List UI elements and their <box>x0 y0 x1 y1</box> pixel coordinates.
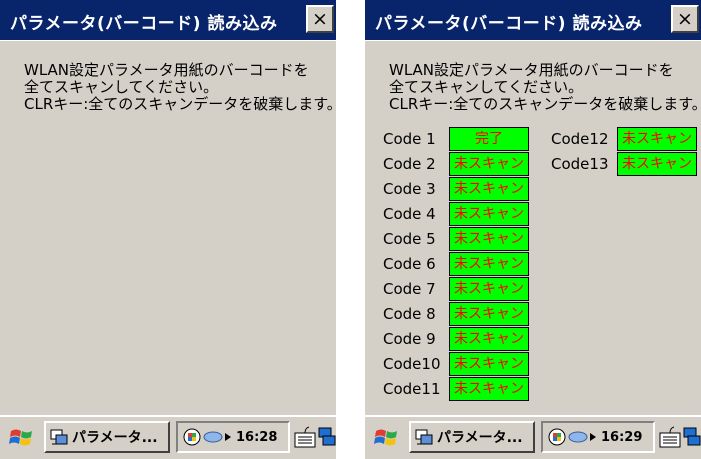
code-row: Code12 未スキャン <box>551 127 697 151</box>
clock-time: 16:28 <box>236 429 278 445</box>
window-title: パラメータ(バーコード) 読み込み <box>10 14 278 34</box>
code-status: 未スキャン <box>617 127 697 151</box>
instruction-line: 全てスキャンしてください。 <box>24 78 219 96</box>
code-row: Code 2 未スキャン <box>383 152 529 176</box>
keyboard-icon[interactable] <box>294 425 316 449</box>
title-bar: パラメータ(バーコード) 読み込み × <box>365 0 701 41</box>
code-row: Code11 未スキャン <box>383 377 529 401</box>
close-button[interactable]: × <box>306 5 334 33</box>
code-label: Code 3 <box>383 180 436 198</box>
code-status: 未スキャン <box>449 202 529 226</box>
code-status: 未スキャン <box>449 177 529 201</box>
network-icon[interactable] <box>182 427 202 447</box>
code-label: Code 7 <box>383 280 436 298</box>
code-row: Code 4 未スキャン <box>383 202 529 226</box>
instructions-text: WLAN設定パラメータ用紙のバーコードを 全てスキャンしてください。 CLRキー… <box>24 62 336 113</box>
instruction-line: CLRキー:全てのスキャンデータを破棄します。 <box>389 95 701 113</box>
code-label: Code 9 <box>383 330 436 348</box>
connection-icon[interactable] <box>567 429 589 445</box>
code-row: Code 3 未スキャン <box>383 177 529 201</box>
keyboard-icon[interactable] <box>659 425 681 449</box>
code-label: Code 1 <box>383 130 436 148</box>
code-label: Code 4 <box>383 205 436 223</box>
app-task-icon <box>50 429 68 445</box>
code-status: 未スキャン <box>449 377 529 401</box>
code-label: Code 8 <box>383 305 436 323</box>
code-label: Code 2 <box>383 155 436 173</box>
code-status: 未スキャン <box>449 152 529 176</box>
code-row: Code 8 未スキャン <box>383 302 529 326</box>
connection-icon[interactable] <box>202 429 224 445</box>
code-status: 未スキャン <box>449 227 529 251</box>
code-status: 未スキャン <box>449 302 529 326</box>
close-button[interactable]: × <box>671 5 699 33</box>
code-row: Code10 未スキャン <box>383 352 529 376</box>
code-label: Code13 <box>551 155 609 173</box>
code-status: 完了 <box>449 127 529 151</box>
task-button[interactable]: パラメータ... <box>409 421 535 453</box>
code-status: 未スキャン <box>449 277 529 301</box>
switch-window-icon[interactable] <box>318 425 336 449</box>
title-bar: パラメータ(バーコード) 読み込み × <box>0 0 336 41</box>
device-screen-before: パラメータ(バーコード) 読み込み × WLAN設定パラメータ用紙のバーコードを… <box>0 0 336 459</box>
windows-start-icon[interactable] <box>373 425 401 451</box>
code-status: 未スキャン <box>617 152 697 176</box>
instruction-line: CLRキー:全てのスキャンデータを破棄します。 <box>24 95 336 113</box>
system-tray: 16:29 <box>541 421 655 453</box>
device-screen-after: パラメータ(バーコード) 読み込み × WLAN設定パラメータ用紙のバーコードを… <box>365 0 701 459</box>
window-title: パラメータ(バーコード) 読み込み <box>375 14 643 34</box>
instruction-line: 全てスキャンしてください。 <box>389 78 584 96</box>
instruction-line: WLAN設定パラメータ用紙のバーコードを <box>389 61 674 79</box>
code-row: Code13 未スキャン <box>551 152 697 176</box>
system-tray: 16:28 <box>176 421 290 453</box>
instruction-line: WLAN設定パラメータ用紙のバーコードを <box>24 61 309 79</box>
code-label: Code11 <box>383 380 441 398</box>
code-row: Code 5 未スキャン <box>383 227 529 251</box>
instructions-text: WLAN設定パラメータ用紙のバーコードを 全てスキャンしてください。 CLRキー… <box>389 62 701 113</box>
code-row: Code 1 完了 <box>383 127 529 151</box>
code-label: Code 5 <box>383 230 436 248</box>
code-status: 未スキャン <box>449 327 529 351</box>
code-row: Code 6 未スキャン <box>383 252 529 276</box>
taskbar: パラメータ... 16:28 <box>0 415 336 459</box>
code-status: 未スキャン <box>449 252 529 276</box>
taskbar: パラメータ... 16:29 <box>365 415 701 459</box>
windows-start-icon[interactable] <box>8 425 36 451</box>
play-arrow-icon <box>590 433 596 441</box>
task-button[interactable]: パラメータ... <box>44 421 170 453</box>
task-label: パラメータ... <box>72 430 158 446</box>
play-arrow-icon <box>225 433 231 441</box>
code-label: Code12 <box>551 130 609 148</box>
task-label: パラメータ... <box>437 430 523 446</box>
code-row: Code 9 未スキャン <box>383 327 529 351</box>
switch-window-icon[interactable] <box>683 425 701 449</box>
network-icon[interactable] <box>547 427 567 447</box>
app-task-icon <box>415 429 433 445</box>
clock-time: 16:29 <box>601 429 643 445</box>
code-label: Code10 <box>383 355 441 373</box>
code-status: 未スキャン <box>449 352 529 376</box>
code-row: Code 7 未スキャン <box>383 277 529 301</box>
code-label: Code 6 <box>383 255 436 273</box>
